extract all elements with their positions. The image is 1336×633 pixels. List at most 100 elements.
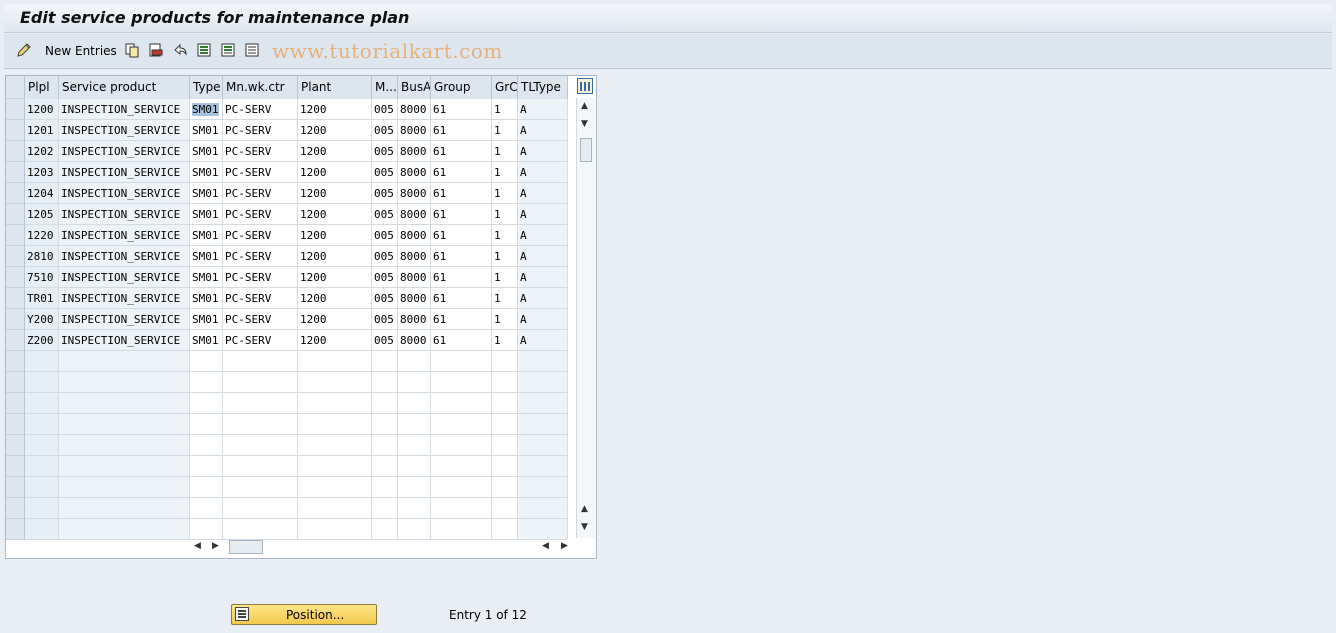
empty-table-row[interactable] <box>25 477 568 498</box>
cell-group[interactable]: 61 <box>431 141 492 162</box>
cell-type[interactable]: SM01 <box>190 309 223 330</box>
scroll-up-icon[interactable]: ▲ <box>581 101 588 111</box>
cell-group[interactable]: 61 <box>431 204 492 225</box>
row-selector[interactable] <box>6 477 25 498</box>
cell-m[interactable]: 005 <box>372 99 398 120</box>
col-header-plpl[interactable]: Plpl <box>25 76 59 99</box>
empty-table-row[interactable] <box>25 456 568 477</box>
cell-plant[interactable]: 1200 <box>298 183 372 204</box>
cell-mn-wk-ctr[interactable]: PC-SERV <box>223 99 298 120</box>
row-selector[interactable] <box>6 120 25 141</box>
cell-type[interactable]: SM01 <box>190 288 223 309</box>
col-header-m[interactable]: M... <box>372 76 398 99</box>
cell-busa[interactable]: 8000 <box>398 204 431 225</box>
table-row[interactable]: Z200 INSPECTION_SERVICE SM01 PC-SERV 1200 005… <box>25 330 568 351</box>
select-block-icon[interactable] <box>220 42 236 58</box>
empty-table-row[interactable] <box>25 519 568 540</box>
row-selector[interactable] <box>6 519 25 540</box>
row-selector[interactable] <box>6 372 25 393</box>
cell-plant[interactable]: 1200 <box>298 225 372 246</box>
cell-group[interactable]: 61 <box>431 162 492 183</box>
cell-type[interactable]: SM01 <box>190 120 223 141</box>
empty-table-row[interactable] <box>25 351 568 372</box>
cell-group[interactable]: 61 <box>431 183 492 204</box>
cell-busa[interactable]: 8000 <box>398 246 431 267</box>
cell-mn-wk-ctr[interactable]: PC-SERV <box>223 204 298 225</box>
row-selector[interactable] <box>6 330 25 351</box>
cell-plant[interactable]: 1200 <box>298 267 372 288</box>
cell-mn-wk-ctr[interactable]: PC-SERV <box>223 183 298 204</box>
scroll-far-left-icon[interactable]: ◀ <box>542 541 549 551</box>
row-selector[interactable] <box>6 435 25 456</box>
scroll-down-page-icon[interactable]: ▼ <box>581 119 588 129</box>
empty-table-row[interactable] <box>25 393 568 414</box>
cell-grc[interactable]: 1 <box>492 162 518 183</box>
col-header-busa[interactable]: BusA <box>398 76 431 99</box>
select-all-rows-handle[interactable] <box>6 76 25 99</box>
vertical-scroll-thumb[interactable] <box>580 138 592 162</box>
table-row[interactable]: TR01 INSPECTION_SERVICE SM01 PC-SERV 1200 005… <box>25 288 568 309</box>
col-header-plant[interactable]: Plant <box>298 76 372 99</box>
cell-m[interactable]: 005 <box>372 267 398 288</box>
table-row[interactable]: 1203 INSPECTION_SERVICE SM01 PC-SERV 1200 005… <box>25 162 568 183</box>
cell-group[interactable]: 61 <box>431 309 492 330</box>
scroll-bottom-icon[interactable]: ▼ <box>581 522 588 532</box>
row-selector[interactable] <box>6 246 25 267</box>
cell-mn-wk-ctr[interactable]: PC-SERV <box>223 330 298 351</box>
cell-busa[interactable]: 8000 <box>398 99 431 120</box>
cell-busa[interactable]: 8000 <box>398 309 431 330</box>
cell-grc[interactable]: 1 <box>492 309 518 330</box>
cell-busa[interactable]: 8000 <box>398 183 431 204</box>
cell-plant[interactable]: 1200 <box>298 204 372 225</box>
row-selector[interactable] <box>6 456 25 477</box>
cell-plant[interactable]: 1200 <box>298 141 372 162</box>
col-header-type[interactable]: Type <box>190 76 223 99</box>
select-all-icon[interactable] <box>196 42 212 58</box>
cell-grc[interactable]: 1 <box>492 246 518 267</box>
col-header-tltype[interactable]: TLType <box>518 76 568 99</box>
table-row[interactable]: 2810 INSPECTION_SERVICE SM01 PC-SERV 1200 005… <box>25 246 568 267</box>
deselect-all-icon[interactable] <box>244 42 260 58</box>
row-selector[interactable] <box>6 288 25 309</box>
cell-group[interactable]: 61 <box>431 267 492 288</box>
row-selector[interactable] <box>6 309 25 330</box>
cell-grc[interactable]: 1 <box>492 288 518 309</box>
cell-m[interactable]: 005 <box>372 246 398 267</box>
cell-plant[interactable]: 1200 <box>298 288 372 309</box>
cell-type[interactable]: SM01 <box>190 267 223 288</box>
cell-m[interactable]: 005 <box>372 120 398 141</box>
cell-type[interactable]: SM01 <box>190 141 223 162</box>
cell-busa[interactable]: 8000 <box>398 162 431 183</box>
cell-plant[interactable]: 1200 <box>298 330 372 351</box>
empty-table-row[interactable] <box>25 414 568 435</box>
cell-m[interactable]: 005 <box>372 162 398 183</box>
scroll-left-icon[interactable]: ◀ <box>194 541 201 551</box>
row-selector[interactable] <box>6 498 25 519</box>
empty-table-row[interactable] <box>25 372 568 393</box>
row-selector[interactable] <box>6 225 25 246</box>
cell-busa[interactable]: 8000 <box>398 267 431 288</box>
cell-grc[interactable]: 1 <box>492 330 518 351</box>
cell-grc[interactable]: 1 <box>492 120 518 141</box>
cell-plant[interactable]: 1200 <box>298 162 372 183</box>
cell-m[interactable]: 005 <box>372 141 398 162</box>
cell-group[interactable]: 61 <box>431 246 492 267</box>
cell-type[interactable]: SM01 <box>190 162 223 183</box>
cell-mn-wk-ctr[interactable]: PC-SERV <box>223 225 298 246</box>
cell-type[interactable]: SM01 <box>190 225 223 246</box>
cell-type[interactable]: SM01 <box>190 246 223 267</box>
cell-m[interactable]: 005 <box>372 288 398 309</box>
cell-plant[interactable]: 1200 <box>298 99 372 120</box>
cell-group[interactable]: 61 <box>431 99 492 120</box>
horizontal-scroll-track[interactable] <box>263 540 541 554</box>
cell-mn-wk-ctr[interactable]: PC-SERV <box>223 288 298 309</box>
table-row[interactable]: 1200 INSPECTION_SERVICE SM01 PC-SERV 1200 005… <box>25 99 568 120</box>
position-button[interactable]: Position... <box>231 604 377 625</box>
cell-group[interactable]: 61 <box>431 225 492 246</box>
cell-busa[interactable]: 8000 <box>398 288 431 309</box>
table-row[interactable]: 1202 INSPECTION_SERVICE SM01 PC-SERV 1200 005… <box>25 141 568 162</box>
empty-table-row[interactable] <box>25 498 568 519</box>
cell-mn-wk-ctr[interactable]: PC-SERV <box>223 246 298 267</box>
row-selector[interactable] <box>6 351 25 372</box>
cell-mn-wk-ctr[interactable]: PC-SERV <box>223 309 298 330</box>
